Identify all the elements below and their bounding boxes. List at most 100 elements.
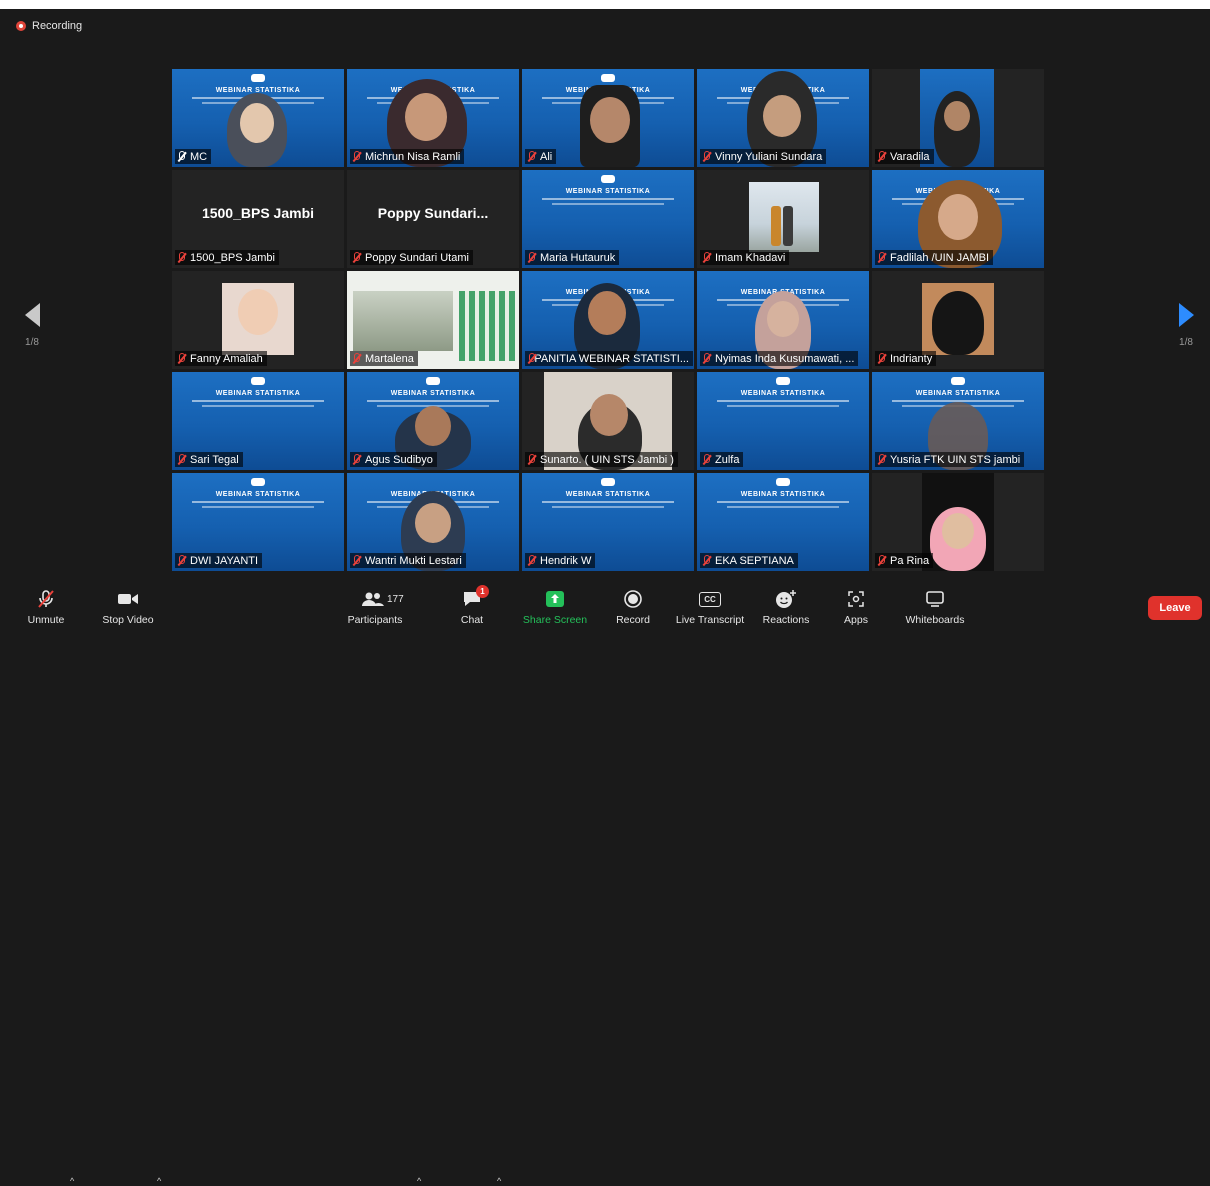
chat-button[interactable]: 1 Chat [452,582,492,631]
video-tile[interactable]: Indrianty [872,271,1044,369]
chevron-right-icon [1178,303,1194,327]
prev-page-button[interactable]: 1/8 [18,303,46,363]
participants-count: 177 [387,593,404,605]
mic-muted-icon [352,454,361,465]
video-tile[interactable]: 1500_BPS Jambi 1500_BPS Jambi [172,170,344,268]
video-tile[interactable]: Martalena [347,271,519,369]
participant-name: Fadlilah /UIN JAMBI [875,250,994,265]
mic-muted-icon [702,353,711,364]
video-tile[interactable]: WEBINAR STATISTIKA Hendrik W [522,473,694,571]
video-tile[interactable]: WEBINAR STATISTIKA Michrun Nisa Ramli [347,69,519,167]
chat-icon: 1 [462,585,489,609]
chat-label: Chat [460,614,484,626]
video-options-caret[interactable]: ^ [157,1176,161,1186]
top-strip [0,0,1210,9]
participant-name: Nyimas Inda Kusumawati, ... [700,351,859,366]
mic-muted-icon [177,151,186,162]
mic-muted-icon [527,555,536,566]
video-tile[interactable]: WEBINAR STATISTIKA Zulfa [697,372,869,470]
mic-muted-icon [527,353,536,364]
mic-muted-icon [702,252,711,263]
participants-options-caret[interactable]: ^ [417,1176,421,1186]
participant-name: Maria Hutauruk [525,250,620,265]
participant-placeholder-name: 1500_BPS Jambi [201,205,315,221]
participant-name: 1500_BPS Jambi [175,250,279,265]
participant-name: Michrun Nisa Ramli [350,149,465,164]
mic-muted-icon [702,454,711,465]
participant-name: Imam Khadavi [700,250,790,265]
unmute-button[interactable]: Unmute [22,582,70,631]
banner-title: WEBINAR STATISTIKA [390,390,476,397]
video-tile[interactable]: Imam Khadavi [697,170,869,268]
reactions-button[interactable]: Reactions [758,582,814,631]
mic-muted-icon [177,454,186,465]
participants-icon: 177 [362,589,404,609]
page-indicator-left: 1/8 [25,337,39,348]
participant-name: Varadila [875,149,934,164]
mic-muted-icon [877,555,886,566]
record-label: Record [616,614,650,626]
video-tile[interactable]: WEBINAR STATISTIKA Ali [522,69,694,167]
video-tile[interactable]: WEBINAR STATISTIKA Fadlilah /UIN JAMBI [872,170,1044,268]
participants-button[interactable]: 177 Participants [344,582,406,631]
live-transcript-label: Live Transcript [675,614,745,626]
mic-muted-icon [527,151,536,162]
video-tile[interactable]: WEBINAR STATISTIKA MC [172,69,344,167]
mic-muted-icon [877,454,886,465]
reactions-icon [775,589,797,609]
mic-muted-icon [352,151,361,162]
next-page-button[interactable]: 1/8 [1172,303,1200,363]
video-tile[interactable]: WEBINAR STATISTIKA Maria Hutauruk [522,170,694,268]
video-tile[interactable]: WEBINAR STATISTIKA DWI JAYANTI [172,473,344,571]
gallery-grid: WEBINAR STATISTIKA MC WEBINAR STATISTIKA… [172,69,1045,571]
video-tile[interactable]: WEBINAR STATISTIKA EKA SEPTIANA [697,473,869,571]
video-tile[interactable]: Pa Rina [872,473,1044,571]
stop-video-label: Stop Video [102,614,154,626]
whiteboard-icon [925,589,945,609]
audio-options-caret[interactable]: ^ [70,1176,74,1186]
banner-title: WEBINAR STATISTIKA [215,491,301,498]
participant-name: Ali [525,149,557,164]
video-tile[interactable]: WEBINAR STATISTIKA Vinny Yuliani Sundara [697,69,869,167]
page-indicator-right: 1/8 [1179,337,1193,348]
stop-video-button[interactable]: Stop Video [98,582,158,631]
banner-title: WEBINAR STATISTIKA [740,491,826,498]
video-tile[interactable]: WEBINAR STATISTIKA Wantri Mukti Lestari [347,473,519,571]
live-transcript-button[interactable]: CC Live Transcript [672,582,748,631]
mic-muted-icon [352,353,361,364]
video-tile[interactable]: WEBINAR STATISTIKA Yusria FTK UIN STS ja… [872,372,1044,470]
whiteboards-button[interactable]: Whiteboards [898,582,972,631]
mic-muted-icon [177,252,186,263]
banner-title: WEBINAR STATISTIKA [740,390,826,397]
video-tile[interactable]: WEBINAR STATISTIKA PANITIA WEBINAR STATI… [522,271,694,369]
mic-muted-icon [702,151,711,162]
record-button[interactable]: Record [612,582,654,631]
reactions-label: Reactions [762,614,810,626]
share-screen-label: Share Screen [522,614,588,626]
chat-options-caret[interactable]: ^ [497,1176,501,1186]
mic-muted-icon [352,555,361,566]
participant-name: Pa Rina [875,553,934,568]
apps-button[interactable]: Apps [836,582,876,631]
video-tile[interactable]: WEBINAR STATISTIKA Nyimas Inda Kusumawat… [697,271,869,369]
share-screen-icon [545,589,565,609]
video-tile[interactable]: Varadila [872,69,1044,167]
meeting-toolbar: Unmute ^ Stop Video ^ 177 Participants ^… [0,582,1210,1186]
banner-title: WEBINAR STATISTIKA [565,188,651,195]
video-tile[interactable]: Fanny Amaliah [172,271,344,369]
participant-name: MC [175,149,212,164]
apps-label: Apps [844,614,868,626]
mic-muted-icon [177,353,186,364]
record-icon [623,589,643,609]
video-tile[interactable]: WEBINAR STATISTIKA Sari Tegal [172,372,344,470]
share-screen-button[interactable]: Share Screen [520,582,590,631]
recording-indicator[interactable]: Recording [16,20,82,32]
video-tile[interactable]: Sunarto. ( UIN STS Jambi ) [522,372,694,470]
video-tile[interactable]: Poppy Sundari... Poppy Sundari Utami [347,170,519,268]
participant-name: Fanny Amaliah [175,351,267,366]
banner-title: WEBINAR STATISTIKA [565,491,651,498]
participant-name: Zulfa [700,452,744,467]
leave-button[interactable]: Leave [1148,596,1202,620]
participant-name: EKA SEPTIANA [700,553,798,568]
video-tile[interactable]: WEBINAR STATISTIKA Agus Sudibyo [347,372,519,470]
